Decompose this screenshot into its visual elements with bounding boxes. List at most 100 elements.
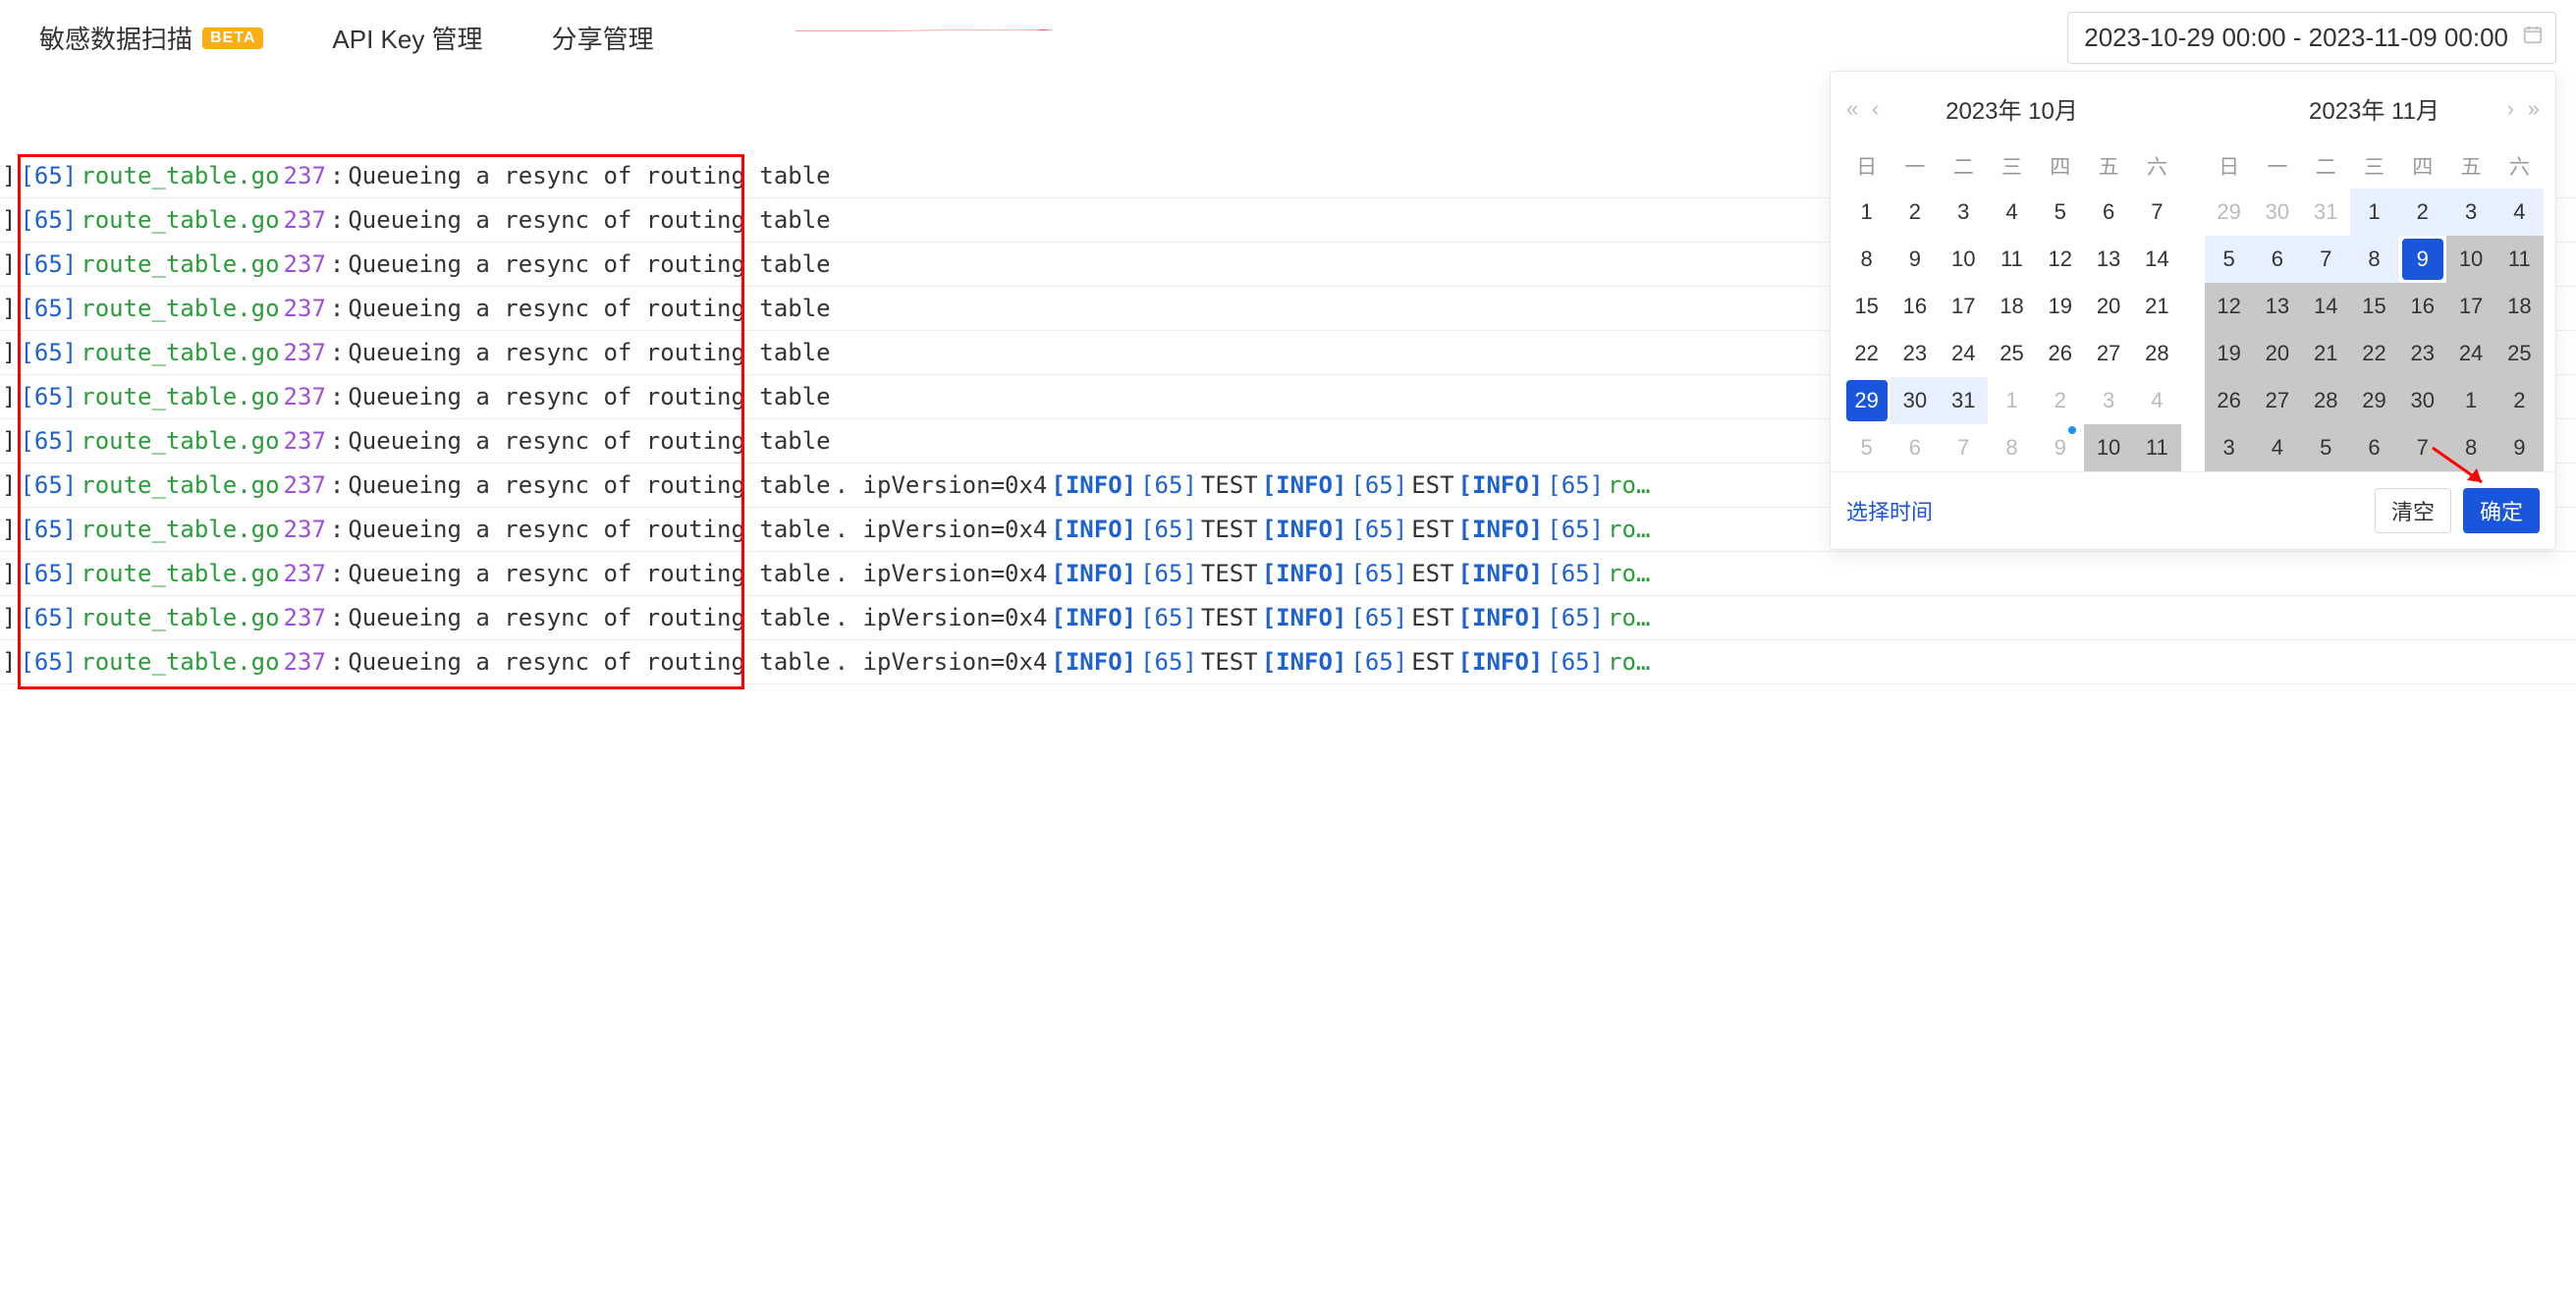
calendar-day[interactable]: 6 [2350,424,2398,471]
calendar-day[interactable]: 11 [2133,424,2181,471]
calendar-day[interactable]: 28 [2302,377,2350,424]
calendar-day[interactable]: 2 [2495,377,2544,424]
calendar-day[interactable]: 1 [1842,189,1891,236]
calendar-day[interactable]: 5 [2302,424,2350,471]
calendar-day[interactable]: 26 [2036,330,2084,377]
calendar-day[interactable]: 30 [1891,377,1939,424]
calendar-day[interactable]: 15 [1842,283,1891,330]
calendar-day[interactable]: 18 [2495,283,2544,330]
calendar-day[interactable]: 16 [1891,283,1939,330]
calendar-day[interactable]: 13 [2084,236,2132,283]
calendar-day[interactable]: 13 [2253,283,2301,330]
calendar-day[interactable]: 8 [1842,236,1891,283]
calendar-day[interactable]: 8 [1988,424,2036,471]
calendar-day[interactable]: 27 [2253,377,2301,424]
calendar-day[interactable]: 5 [2036,189,2084,236]
calendar-day[interactable]: 1 [2350,189,2398,236]
calendar-day[interactable]: 29 [2205,189,2253,236]
tab-sensitive-scan[interactable]: 敏感数据扫描 BETA [39,20,263,56]
calendar-day[interactable]: 9 [2036,424,2084,471]
prev-month-button[interactable]: ‹ [1872,96,1879,122]
calendar-day[interactable]: 11 [1988,236,2036,283]
calendar-day[interactable]: 17 [2446,283,2494,330]
log-msg: Queueing a resync of routing table [346,206,832,234]
calendar-day[interactable]: 14 [2133,236,2181,283]
bracket-close: ] [0,339,18,366]
calendar-day[interactable]: 3 [2084,377,2132,424]
ok-button[interactable]: 确定 [2463,488,2540,533]
calendar-day[interactable]: 22 [1842,330,1891,377]
calendar-day[interactable]: 10 [1940,236,1988,283]
calendar-day[interactable]: 19 [2205,330,2253,377]
calendar-day[interactable]: 23 [1891,330,1939,377]
calendar-day[interactable]: 25 [1988,330,2036,377]
calendar-day[interactable]: 2 [1891,189,1939,236]
calendar-day[interactable]: 10 [2084,424,2132,471]
calendar-day[interactable]: 21 [2133,283,2181,330]
calendar-day[interactable]: 14 [2302,283,2350,330]
calendar-day[interactable]: 23 [2398,330,2446,377]
calendar-day[interactable]: 4 [2133,377,2181,424]
select-time-link[interactable]: 选择时间 [1846,495,1933,526]
calendar-day[interactable]: 27 [2084,330,2132,377]
calendar-day[interactable]: 24 [2446,330,2494,377]
calendar-day[interactable]: 9 [2495,424,2544,471]
calendar-day[interactable]: 4 [1988,189,2036,236]
calendar-day[interactable]: 24 [1940,330,1988,377]
calendar-day[interactable]: 7 [2398,424,2446,471]
calendar-day[interactable]: 31 [2302,189,2350,236]
calendar-day[interactable]: 3 [2446,189,2494,236]
calendar-day[interactable]: 29 [2350,377,2398,424]
calendar-day[interactable]: 25 [2495,330,2544,377]
calendar-day[interactable]: 6 [2253,236,2301,283]
calendar-day[interactable]: 5 [1842,424,1891,471]
calendar-day[interactable]: 17 [1940,283,1988,330]
calendar-day[interactable]: 21 [2302,330,2350,377]
calendar-day[interactable]: 7 [1940,424,1988,471]
calendar-day[interactable]: 11 [2495,236,2544,283]
next-year-button[interactable]: » [2528,96,2540,122]
calendar-day[interactable]: 7 [2302,236,2350,283]
prev-year-button[interactable]: « [1846,96,1858,122]
calendar-day[interactable]: 4 [2253,424,2301,471]
calendar-day[interactable]: 20 [2084,283,2132,330]
calendar-day[interactable]: 19 [2036,283,2084,330]
calendar-day[interactable]: 7 [2133,189,2181,236]
calendar-day[interactable]: 22 [2350,330,2398,377]
calendar-day[interactable]: 1 [2446,377,2494,424]
calendar-day[interactable]: 16 [2398,283,2446,330]
log-line: 237 [282,604,328,631]
calendar-day[interactable]: 30 [2253,189,2301,236]
calendar-day[interactable]: 18 [1988,283,2036,330]
calendar-day[interactable]: 8 [2350,236,2398,283]
calendar-day[interactable]: 9 [2398,236,2446,283]
calendar-day[interactable]: 3 [2205,424,2253,471]
calendar-day[interactable]: 2 [2036,377,2084,424]
clear-button[interactable]: 清空 [2375,488,2451,533]
tab-apikey[interactable]: API Key 管理 [332,20,482,56]
colon: : [328,604,346,631]
calendar-day[interactable]: 12 [2036,236,2084,283]
calendar-day[interactable]: 5 [2205,236,2253,283]
calendar-day[interactable]: 2 [2398,189,2446,236]
calendar-day[interactable]: 3 [1940,189,1988,236]
tab-share[interactable]: 分享管理 [552,20,654,56]
calendar-day[interactable]: 12 [2205,283,2253,330]
calendar-day[interactable]: 9 [1891,236,1939,283]
calendar-day[interactable]: 31 [1940,377,1988,424]
colon: : [328,250,346,278]
calendar-day[interactable]: 26 [2205,377,2253,424]
calendar-day[interactable]: 10 [2446,236,2494,283]
calendar-day[interactable]: 15 [2350,283,2398,330]
calendar-day[interactable]: 4 [2495,189,2544,236]
next-month-button[interactable]: › [2507,96,2514,122]
calendar-day[interactable]: 28 [2133,330,2181,377]
calendar-day[interactable]: 30 [2398,377,2446,424]
calendar-day[interactable]: 6 [1891,424,1939,471]
date-range-input[interactable]: 2023-10-29 00:00 - 2023-11-09 00:00 [2067,12,2556,64]
calendar-day[interactable]: 1 [1988,377,2036,424]
calendar-day[interactable]: 8 [2446,424,2494,471]
calendar-day[interactable]: 29 [1842,377,1891,424]
calendar-day[interactable]: 6 [2084,189,2132,236]
calendar-day[interactable]: 20 [2253,330,2301,377]
